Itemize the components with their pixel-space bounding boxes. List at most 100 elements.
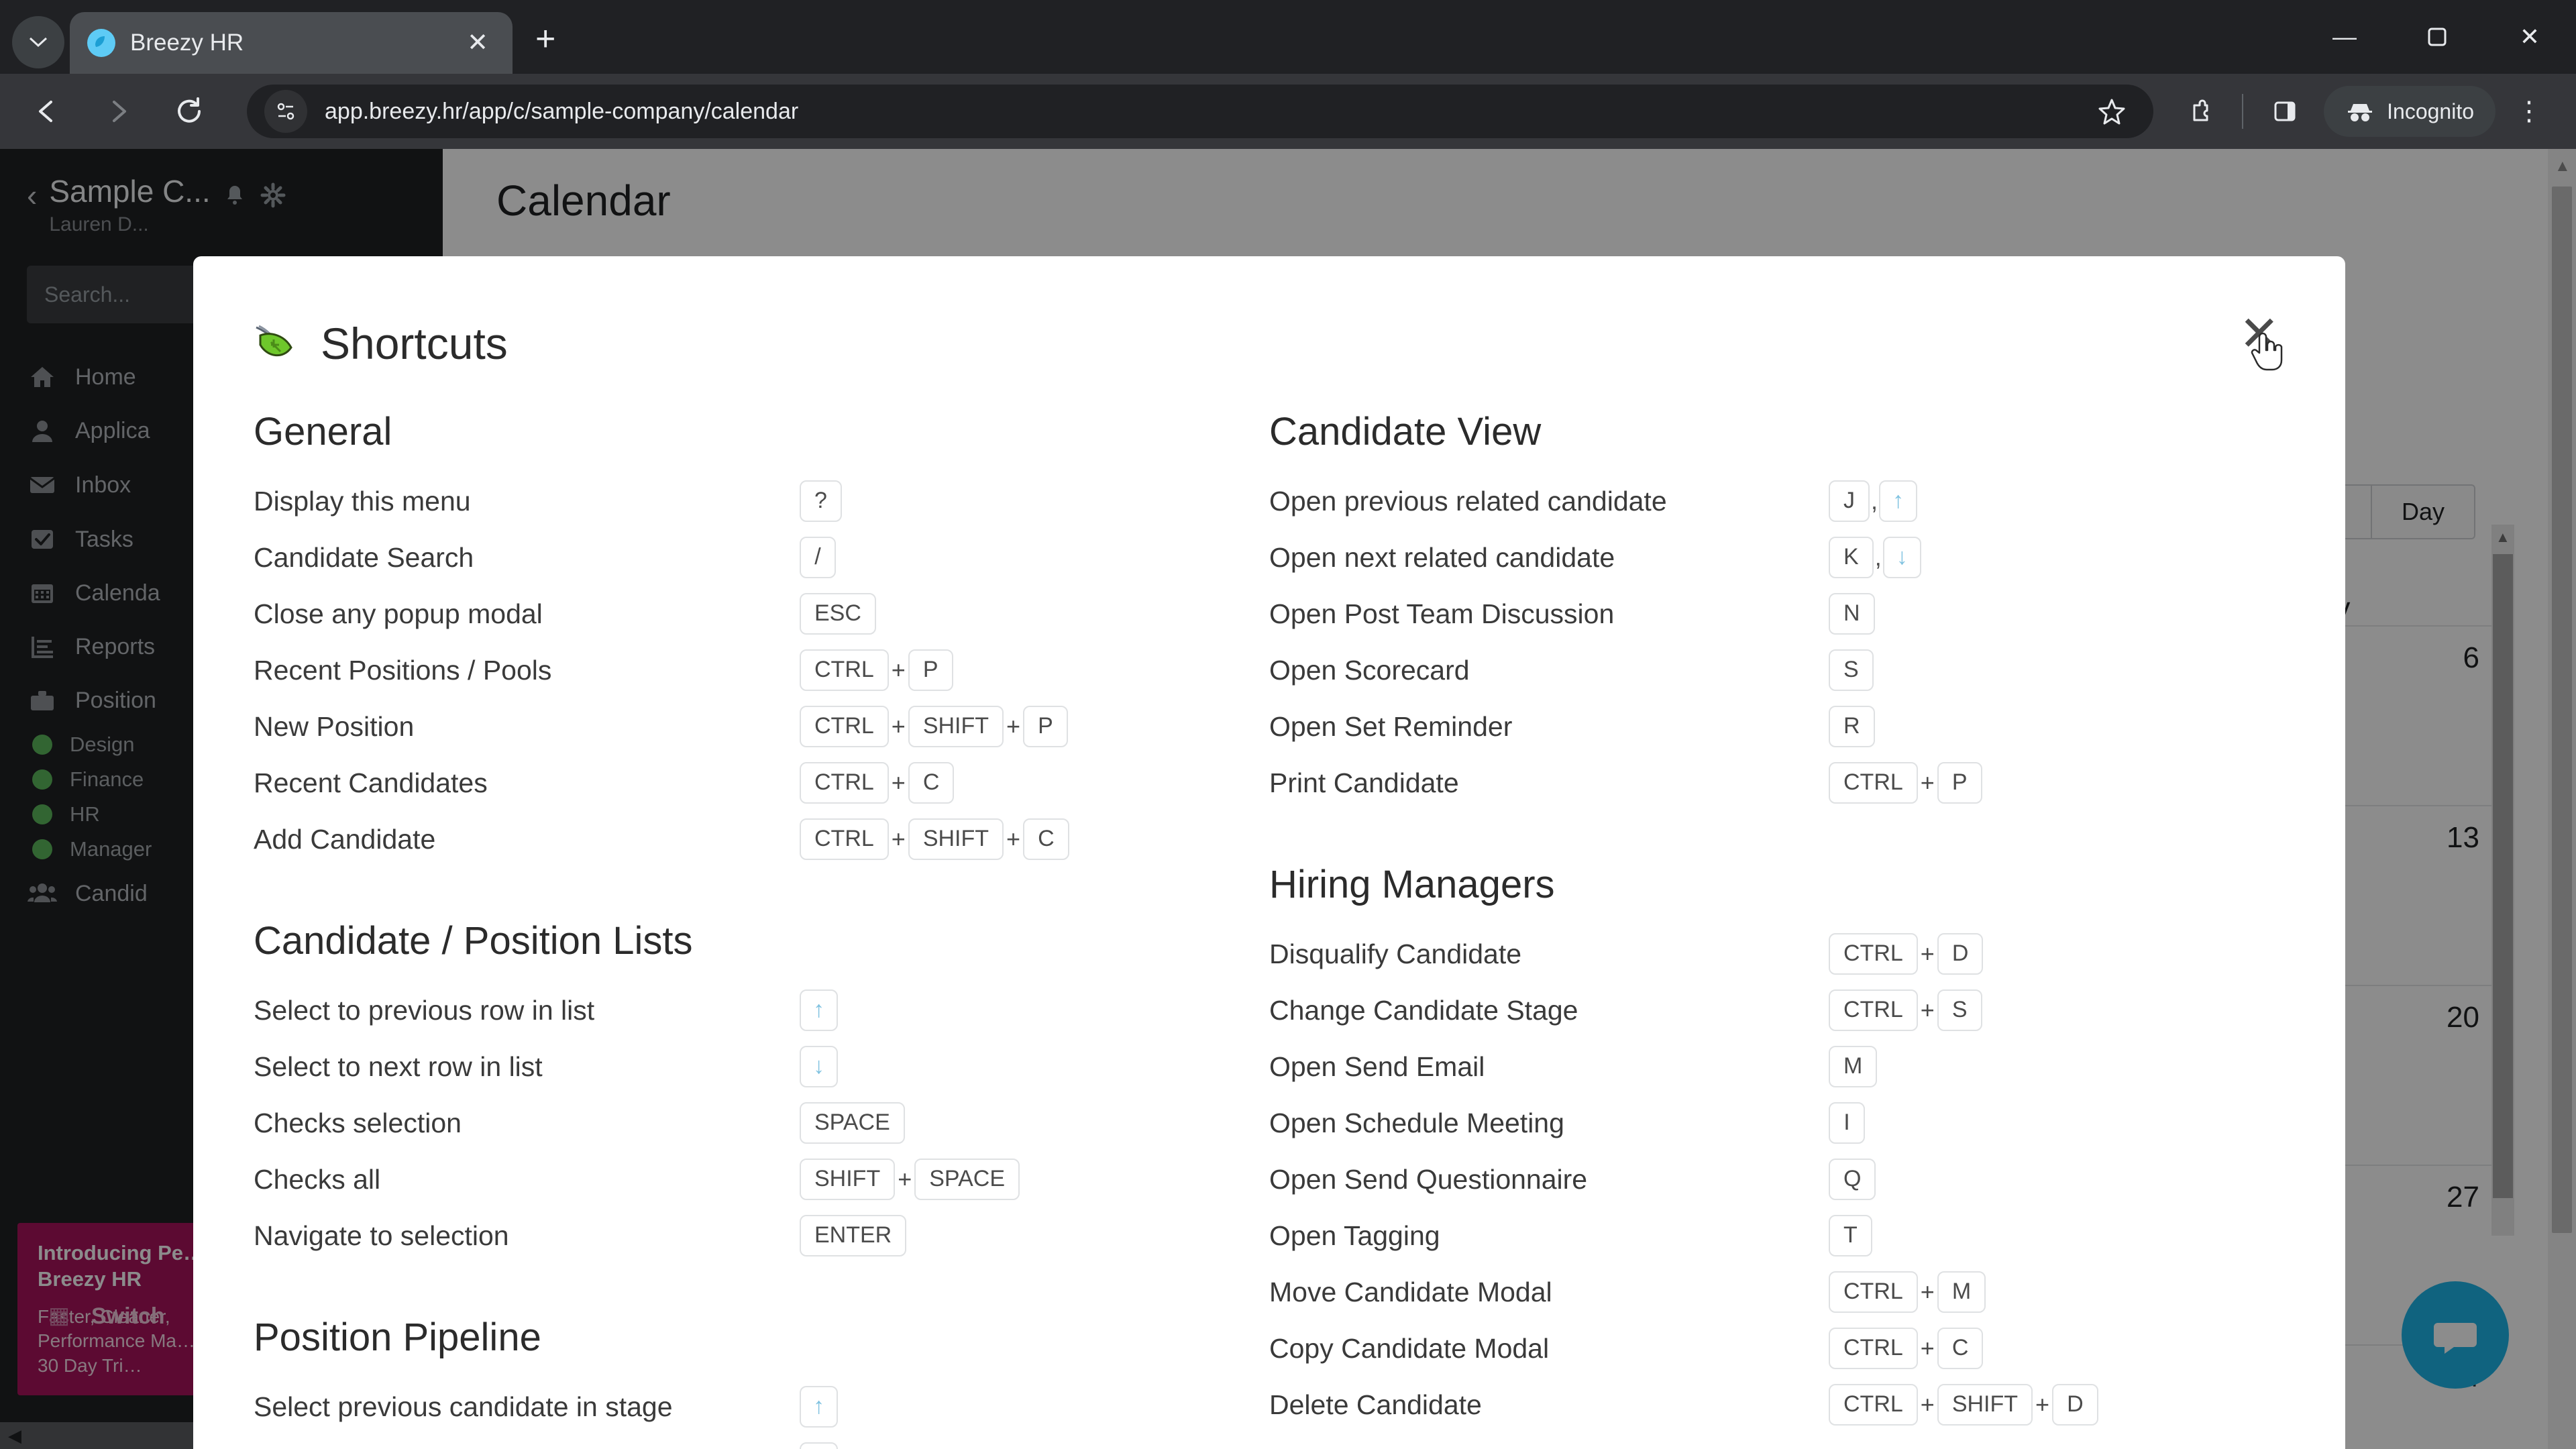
- key-badge: J: [1829, 480, 1870, 522]
- shortcut-label: Open Schedule Meeting: [1269, 1107, 1564, 1138]
- key-badge: N: [1829, 593, 1875, 635]
- shortcut-keys: SHIFT + SPACE: [800, 1159, 1269, 1200]
- shortcut-row: Select next candidate in stage ↓: [254, 1435, 1269, 1449]
- forward-button[interactable]: [94, 87, 142, 136]
- arrow-right-icon: [113, 101, 126, 122]
- browser-tab[interactable]: Breezy HR ✕: [70, 12, 513, 74]
- key-badge: C: [1023, 818, 1069, 860]
- shortcut-label: Disqualify Candidate: [1269, 938, 1522, 969]
- key-separator: +: [898, 1165, 912, 1193]
- shortcut-keys: K , ↓: [1829, 537, 2285, 578]
- shortcut-keys: ↑: [800, 1386, 1269, 1428]
- shortcut-row: Open Set Reminder R: [1269, 698, 2285, 755]
- minimize-button[interactable]: —: [2298, 0, 2391, 74]
- key-separator: +: [891, 768, 906, 796]
- key-separator: +: [1006, 824, 1021, 853]
- new-tab-button[interactable]: +: [535, 21, 555, 56]
- shortcut-keys: CTRL + C: [1829, 1328, 2285, 1369]
- shortcut-row: Open Scorecard S: [1269, 642, 2285, 698]
- key-badge: SHIFT: [800, 1159, 896, 1200]
- section-title: Hiring Managers: [1269, 863, 1555, 906]
- key-badge: CTRL: [800, 762, 889, 804]
- kebab-menu-icon[interactable]: ⋮: [2505, 96, 2553, 127]
- key-badge: SPACE: [914, 1159, 1020, 1200]
- shortcut-label: Recent Candidates: [254, 767, 488, 798]
- extensions-icon[interactable]: [2176, 87, 2224, 136]
- shortcuts-left-column: General Display this menu ? Candidate Se…: [254, 409, 1269, 1449]
- shortcut-label: Candidate Search: [254, 541, 474, 573]
- key-badge: SHIFT: [908, 706, 1004, 747]
- close-window-button[interactable]: ✕: [2483, 0, 2576, 74]
- shortcut-keys: CTRL + SHIFT + C: [800, 818, 1269, 860]
- shortcut-keys: T: [1829, 1215, 2285, 1256]
- shortcut-keys: ↑: [800, 989, 1269, 1031]
- key-badge: CTRL: [1829, 989, 1918, 1031]
- shortcut-keys: /: [800, 537, 1269, 578]
- shortcut-label: Open Send Email: [1269, 1051, 1485, 1082]
- shortcut-row: Disqualify Candidate CTRL + D: [1269, 926, 2285, 982]
- browser-window: Breezy HR ✕ + — ✕ app.breezy.hr/app/c/sa…: [0, 0, 2576, 1449]
- shortcut-row: Recent Positions / Pools CTRL + P: [254, 642, 1269, 698]
- reload-button[interactable]: [165, 87, 213, 136]
- shortcut-label: Open previous related candidate: [1269, 485, 1667, 517]
- key-separator: +: [891, 824, 906, 853]
- shortcut-label: New Position: [254, 710, 415, 742]
- key-badge: R: [1829, 706, 1875, 747]
- key-separator: +: [1920, 1334, 1935, 1362]
- incognito-indicator[interactable]: Incognito: [2324, 86, 2496, 137]
- tab-close-button[interactable]: ✕: [460, 26, 495, 60]
- shortcut-row: Add Candidate CTRL + SHIFT + C: [254, 811, 1269, 867]
- shortcut-row: Open next related candidate K , ↓: [1269, 529, 2285, 586]
- shortcut-row: Open Post Team Discussion N: [1269, 586, 2285, 642]
- site-settings-icon[interactable]: [264, 90, 307, 133]
- section-title: General: [254, 410, 392, 453]
- maximize-button[interactable]: [2391, 0, 2483, 74]
- shortcut-label: Move Candidate Modal: [1269, 1276, 1552, 1307]
- shortcut-row: Navigate to selection ENTER: [254, 1208, 1269, 1264]
- key-badge: P: [1023, 706, 1068, 747]
- key-badge-arrow-down: ↓: [1882, 537, 1921, 578]
- side-panel-icon[interactable]: [2261, 87, 2309, 136]
- address-bar[interactable]: app.breezy.hr/app/c/sample-company/calen…: [247, 85, 2154, 138]
- tab-search-button[interactable]: [12, 16, 64, 68]
- shortcut-row: Open Tagging T: [1269, 1208, 2285, 1264]
- back-button[interactable]: [23, 87, 71, 136]
- key-badge: C: [1937, 1328, 1984, 1369]
- shortcut-row: Open Schedule Meeting I: [1269, 1095, 2285, 1151]
- shortcut-row: Checks all SHIFT + SPACE: [254, 1151, 1269, 1208]
- shortcuts-columns: General Display this menu ? Candidate Se…: [193, 369, 2345, 1449]
- tab-title: Breezy HR: [130, 30, 244, 56]
- shortcut-keys: J , ↑: [1829, 480, 2285, 522]
- key-separator: +: [891, 655, 906, 684]
- key-badge: ESC: [800, 593, 876, 635]
- star-icon[interactable]: [2088, 87, 2136, 136]
- shortcut-label: Checks selection: [254, 1107, 462, 1138]
- key-badge-arrow-up: ↑: [800, 1386, 838, 1428]
- shortcut-row: Select to next row in list ↓: [254, 1038, 1269, 1095]
- shortcut-label: Print Candidate: [1269, 767, 1459, 798]
- shortcut-row: Change Candidate Stage CTRL + S: [1269, 982, 2285, 1038]
- shortcut-keys: N: [1829, 593, 2285, 635]
- key-badge: S: [1937, 989, 1982, 1031]
- shortcut-row: Delete Candidate CTRL + SHIFT + D: [1269, 1377, 2285, 1433]
- key-badge: D: [2052, 1384, 2098, 1426]
- arrow-left-icon: [39, 101, 52, 122]
- shortcut-label: Open Send Questionnaire: [1269, 1163, 1588, 1195]
- shortcut-keys: CTRL + P: [1829, 762, 2285, 804]
- shortcut-label: Add Candidate: [254, 823, 436, 855]
- shortcut-keys: CTRL + S: [1829, 989, 2285, 1031]
- shortcut-keys: S: [1829, 649, 2285, 691]
- shortcut-label: Open Post Team Discussion: [1269, 598, 1615, 629]
- shortcut-label: Display this menu: [254, 485, 471, 517]
- key-badge: C: [908, 762, 955, 804]
- key-badge: T: [1829, 1215, 1872, 1256]
- shortcut-row: Select previous candidate in stage ↑: [254, 1379, 1269, 1435]
- key-badge-arrow-down: ↓: [800, 1046, 838, 1087]
- key-badge: /: [800, 537, 836, 578]
- key-separator: ,: [1874, 543, 1882, 571]
- shortcut-keys: CTRL + P: [800, 649, 1269, 691]
- key-badge: ?: [800, 480, 842, 522]
- shortcut-label: Select to next row in list: [254, 1051, 543, 1082]
- section-hiring-managers: Hiring Managers Disqualify Candidate CTR…: [1269, 862, 2285, 1433]
- browser-toolbar: app.breezy.hr/app/c/sample-company/calen…: [0, 74, 2576, 149]
